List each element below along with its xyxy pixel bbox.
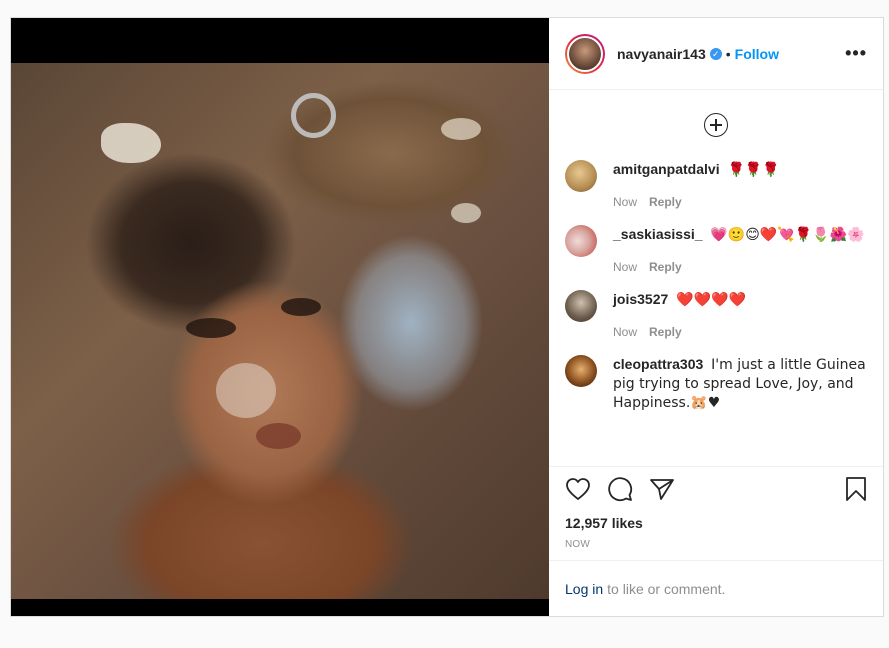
comment-avatar[interactable] <box>565 160 597 192</box>
comment-item: jois3527 ❤️❤️❤️❤️ Now Reply <box>565 290 867 341</box>
comment-text: 🌹🌹🌹 <box>727 162 780 178</box>
comment-time: Now <box>613 325 638 339</box>
load-more-comments[interactable] <box>565 90 867 160</box>
comment-avatar[interactable] <box>565 225 597 257</box>
post-media[interactable] <box>11 18 549 616</box>
post-card: navyanair143 ✓ • Follow ••• amitganpatda… <box>10 17 884 617</box>
comment-avatar[interactable] <box>565 355 597 387</box>
comment-username[interactable]: cleopattra303 <box>613 356 703 372</box>
comment-text: ❤️❤️❤️❤️ <box>676 292 746 308</box>
login-prompt: Log in to like or comment. <box>549 560 883 616</box>
bookmark-icon[interactable] <box>845 476 867 507</box>
post-header: navyanair143 ✓ • Follow ••• <box>549 18 883 90</box>
comment-item: cleopattra303 I'm just a little Guinea p… <box>565 355 867 412</box>
post-actions: 12,957 likes NOW <box>549 466 883 560</box>
comment-icon[interactable] <box>607 476 633 507</box>
comment-username[interactable]: _saskiasissi_ <box>613 226 703 242</box>
heart-icon[interactable] <box>565 477 591 506</box>
comment-item: amitganpatdalvi 🌹🌹🌹 Now Reply <box>565 160 867 211</box>
more-options-icon[interactable]: ••• <box>845 43 867 64</box>
share-icon[interactable] <box>649 477 675 506</box>
separator-dot: • <box>725 45 731 62</box>
follow-button[interactable]: Follow <box>735 46 779 62</box>
comment-username[interactable]: jois3527 <box>613 291 668 307</box>
login-link[interactable]: Log in <box>565 581 603 597</box>
reply-button[interactable]: Reply <box>649 260 682 274</box>
post-username[interactable]: navyanair143 <box>617 46 706 62</box>
reply-button[interactable]: Reply <box>649 195 682 209</box>
likes-count[interactable]: 12,957 likes <box>565 515 867 531</box>
comment-time: Now <box>613 260 638 274</box>
baby-photo <box>11 63 549 599</box>
reply-button[interactable]: Reply <box>649 325 682 339</box>
comment-avatar[interactable] <box>565 290 597 322</box>
comment-username[interactable]: amitganpatdalvi <box>613 161 720 177</box>
post-sidebar: navyanair143 ✓ • Follow ••• amitganpatda… <box>549 18 883 616</box>
comment-text: 💗🙂😊❤️💘🌹🌷🌺🌸 <box>710 227 865 243</box>
verified-badge-icon: ✓ <box>709 47 722 60</box>
comment-time: Now <box>613 195 638 209</box>
comment-item: _saskiasissi_ 💗🙂😊❤️💘🌹🌷🌺🌸 Now Reply <box>565 225 867 276</box>
comments-list[interactable]: amitganpatdalvi 🌹🌹🌹 Now Reply _saskiasiss… <box>549 90 883 466</box>
post-time: NOW <box>565 539 591 550</box>
plus-circle-icon[interactable] <box>704 113 728 137</box>
login-prompt-text: to like or comment. <box>607 580 726 597</box>
avatar[interactable] <box>565 33 605 74</box>
